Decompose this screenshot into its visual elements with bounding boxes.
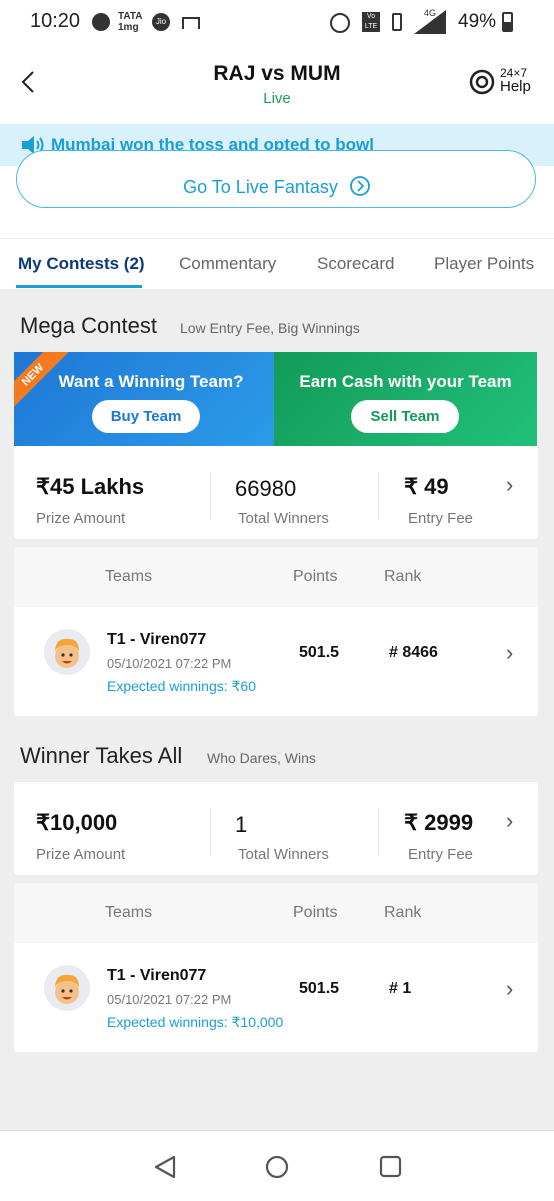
entry-fee-label: Entry Fee — [408, 510, 474, 527]
status-time: 10:20 — [30, 10, 81, 32]
table-row[interactable]: T1 - Viren077 05/10/2021 07:22 PM Expect… — [14, 943, 538, 1052]
wta-title: Winner Takes All — [20, 743, 183, 768]
vibrate-icon — [392, 13, 402, 31]
data-saver-icon — [330, 13, 350, 33]
prize-amount-label: Prize Amount — [36, 846, 126, 863]
entry-fee: ₹ 2999 — [404, 810, 474, 835]
help-label: Help — [500, 78, 531, 95]
team-name: T1 - Viren077 — [107, 967, 207, 984]
table-header: Teams Points Rank — [14, 547, 538, 607]
help-button[interactable]: 24×7 Help — [468, 66, 538, 100]
total-winners: 1 — [235, 812, 248, 837]
wta-subtitle: Who Dares, Wins — [207, 750, 316, 766]
team-points: 501.5 — [299, 644, 340, 661]
active-tab-indicator — [16, 285, 142, 288]
teams-header: Teams — [105, 568, 153, 585]
teams-header: Teams — [105, 904, 153, 921]
live-fantasy-button[interactable]: Go To Live Fantasy — [16, 150, 536, 208]
nav-back-icon[interactable] — [152, 1154, 178, 1180]
avatar-face-icon — [55, 974, 79, 1004]
wta-contest-info[interactable]: ₹10,000 Prize Amount 1 Total Winners ₹ 2… — [14, 782, 538, 875]
sell-team-button[interactable]: Sell Team — [351, 400, 459, 433]
buy-team-button[interactable]: Buy Team — [92, 400, 200, 433]
table-row[interactable]: T1 - Viren077 05/10/2021 07:22 PM Expect… — [14, 607, 538, 716]
team-rank: # 1 — [389, 980, 412, 997]
team-date: 05/10/2021 07:22 PM — [107, 656, 232, 671]
live-fantasy-label: Go To Live Fantasy — [17, 175, 537, 198]
points-header: Points — [293, 904, 338, 921]
jio-icon: Jio — [152, 13, 170, 31]
entry-fee: ₹ 49 — [404, 474, 449, 499]
total-winners-label: Total Winners — [238, 510, 329, 527]
divider — [210, 472, 211, 520]
tab-my-contests[interactable]: My Contests (2) — [18, 254, 145, 274]
system-nav-bar — [0, 1130, 554, 1201]
divider — [210, 808, 211, 856]
expected-winnings: Expected winnings: ₹10,000 — [107, 1014, 284, 1030]
points-header: Points — [293, 568, 338, 585]
tab-commentary[interactable]: Commentary — [179, 254, 276, 274]
sell-team-promo-text: Earn Cash with your Team — [299, 372, 512, 391]
lifebuoy-icon — [469, 69, 495, 95]
total-winners-label: Total Winners — [238, 846, 329, 863]
divider — [378, 472, 379, 520]
network-type: 4G — [424, 8, 437, 18]
buy-team-promo: NEW Want a Winning Team? Buy Team — [14, 352, 274, 446]
tab-scorecard[interactable]: Scorecard — [317, 254, 394, 274]
mega-contest-subtitle: Low Entry Fee, Big Winnings — [180, 320, 360, 336]
chevron-right-icon: › — [506, 472, 514, 497]
status-bar: 10:20 TATA 1mg Jio Vo LTE 4G 49% — [0, 0, 554, 46]
avatar — [44, 629, 90, 675]
rank-header: Rank — [384, 568, 422, 585]
sell-team-promo: Earn Cash with your Team Sell Team — [274, 352, 537, 446]
battery-icon — [502, 12, 513, 32]
table-header: Teams Points Rank — [14, 883, 538, 943]
avatar — [44, 965, 90, 1011]
chevron-right-icon: › — [506, 976, 514, 1001]
cast-icon — [182, 17, 200, 29]
team-rank: # 8466 — [389, 644, 438, 661]
prize-amount: ₹45 Lakhs — [36, 474, 145, 499]
battery-percent: 49% — [458, 11, 497, 32]
chat-icon — [92, 13, 110, 31]
chevron-right-icon: › — [506, 808, 514, 833]
nav-recents-icon[interactable] — [378, 1154, 404, 1180]
chevron-right-icon: › — [506, 640, 514, 665]
wta-teams-table: Teams Points Rank T1 - Viren077 05/10/20… — [14, 883, 538, 1052]
expected-winnings: Expected winnings: ₹60 — [107, 678, 256, 694]
arrow-circle-right-icon — [349, 176, 370, 196]
buy-team-promo-text: Want a Winning Team? — [58, 372, 244, 391]
prize-amount: ₹10,000 — [36, 810, 118, 835]
team-date: 05/10/2021 07:22 PM — [107, 992, 232, 1007]
mega-contest-title: Mega Contest — [20, 313, 157, 338]
mega-contest-info[interactable]: ₹45 Lakhs Prize Amount 66980 Total Winne… — [14, 446, 538, 539]
tata-1mg-icon: TATA 1mg — [118, 11, 143, 33]
avatar-face-icon — [55, 638, 79, 668]
entry-fee-label: Entry Fee — [408, 846, 474, 863]
mega-teams-table: Teams Points Rank T1 - Viren077 05/10/20… — [14, 547, 538, 716]
nav-home-icon[interactable] — [264, 1154, 290, 1180]
prize-amount-label: Prize Amount — [36, 510, 126, 527]
match-header: RAJ vs MUM Live 24×7 Help — [0, 46, 554, 124]
tab-player-points[interactable]: Player Points — [434, 254, 534, 274]
rank-header: Rank — [384, 904, 422, 921]
divider — [378, 808, 379, 856]
tab-bar: My Contests (2) Commentary Scorecard Pla… — [0, 238, 554, 289]
volte-icon: Vo LTE — [362, 12, 380, 32]
total-winners: 66980 — [235, 476, 297, 501]
team-points: 501.5 — [299, 980, 340, 997]
team-name: T1 - Viren077 — [107, 631, 207, 648]
